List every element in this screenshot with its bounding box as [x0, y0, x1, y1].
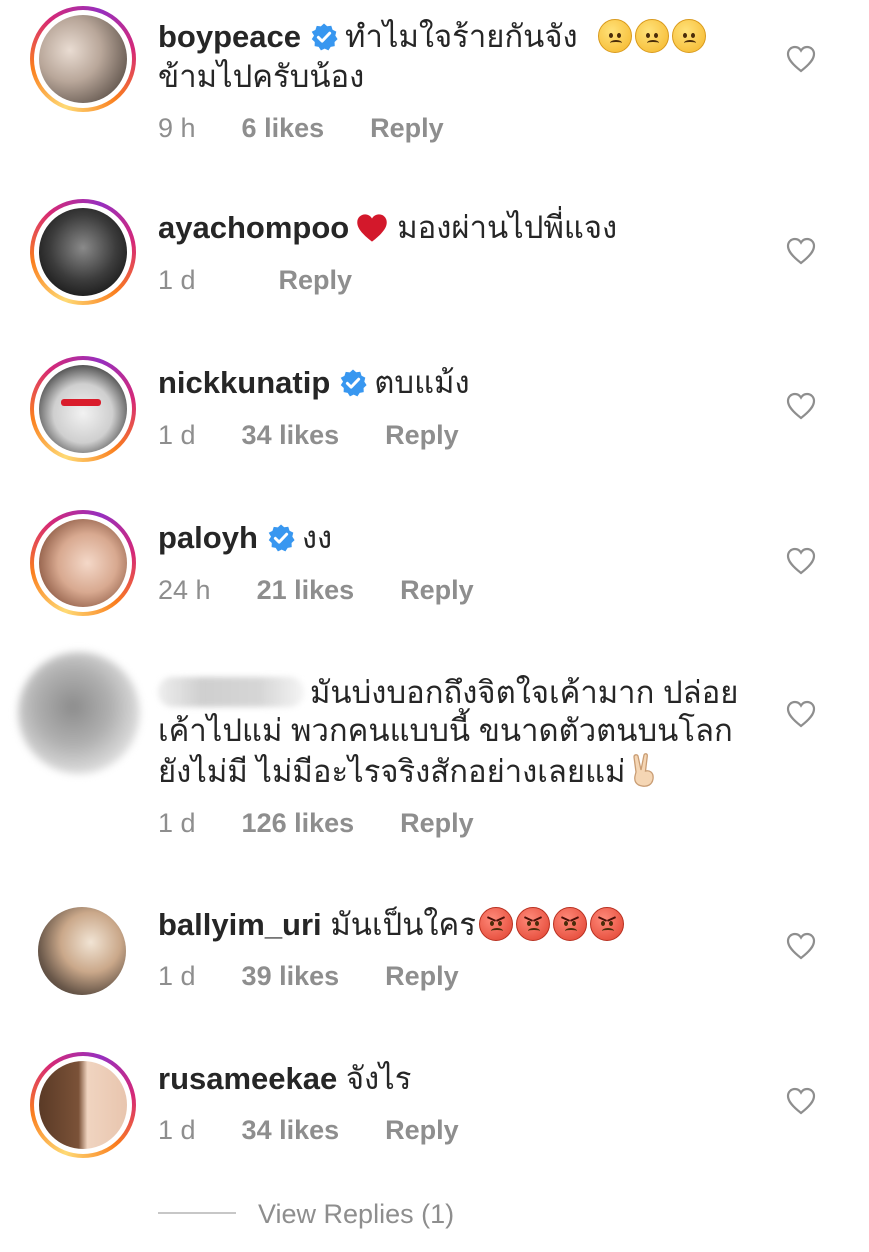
username[interactable]: boypeace: [158, 19, 301, 54]
avatar[interactable]: [30, 510, 136, 616]
reply-button[interactable]: Reply: [400, 806, 474, 840]
verified-badge-icon: [340, 369, 367, 397]
verified-badge-icon: [311, 23, 338, 51]
comment-text: งง: [301, 520, 333, 555]
timestamp: 1 d: [158, 961, 196, 991]
username[interactable]: ballyim_uri: [158, 907, 322, 942]
avatar[interactable]: [30, 356, 136, 462]
username-blurred[interactable]: [158, 677, 304, 707]
comment-text: ทำไมใจร้ายกันจัง: [345, 19, 578, 54]
avatar[interactable]: [30, 6, 136, 112]
verified-badge-icon: [268, 524, 295, 552]
reply-button[interactable]: Reply: [385, 959, 459, 993]
heart-icon[interactable]: [786, 932, 816, 960]
avatar[interactable]: [38, 907, 126, 995]
likes-count[interactable]: 6 likes: [242, 111, 325, 145]
username[interactable]: rusameekae: [158, 1061, 337, 1096]
timestamp: 1 d: [158, 808, 196, 838]
timestamp: 1 d: [158, 265, 196, 295]
likes-count[interactable]: 34 likes: [242, 1113, 340, 1147]
likes-count[interactable]: 21 likes: [257, 573, 355, 607]
worried-face-icon: [635, 19, 670, 53]
heart-icon[interactable]: [786, 700, 816, 728]
comment-text-continued: ข้ามไปครับน้อง: [158, 59, 365, 94]
reply-button[interactable]: Reply: [385, 418, 459, 452]
avatar[interactable]: [30, 199, 136, 305]
reply-button[interactable]: Reply: [279, 263, 353, 297]
red-heart-icon: [357, 214, 387, 242]
comment-text: มันบ่งบอกถึงจิตใจเค้ามาก ปล่อย: [310, 675, 739, 710]
heart-icon[interactable]: [786, 1087, 816, 1115]
username[interactable]: ayachompoo: [158, 210, 349, 245]
timestamp: 24 h: [158, 575, 211, 605]
likes-count[interactable]: 126 likes: [242, 806, 355, 840]
avatar-blurred[interactable]: [18, 652, 140, 774]
victory-hand-icon: [633, 753, 655, 787]
comment-text: ตบแม้ง: [374, 365, 470, 400]
avatar[interactable]: [30, 1052, 136, 1158]
reply-button[interactable]: Reply: [385, 1113, 459, 1147]
timestamp: 9 h: [158, 113, 196, 143]
heart-icon[interactable]: [786, 392, 816, 420]
angry-face-icon: [552, 907, 587, 941]
divider: [158, 1212, 236, 1214]
likes-count[interactable]: 34 likes: [242, 418, 340, 452]
heart-icon[interactable]: [786, 237, 816, 265]
reply-button[interactable]: Reply: [370, 111, 444, 145]
comment-text: จังไร: [345, 1061, 412, 1096]
username[interactable]: nickkunatip: [158, 365, 330, 400]
angry-face-icon: [589, 907, 624, 941]
heart-icon[interactable]: [786, 45, 816, 73]
angry-face-icon: [515, 907, 550, 941]
worried-face-icon: [672, 19, 707, 53]
comment-text: มองผ่านไปพี่แจง: [397, 210, 618, 245]
worried-face-icon: [598, 19, 633, 53]
comment-text-continued: ยังไม่มี ไม่มีอะไรจริงสักอย่างเลยแม่: [158, 754, 626, 789]
timestamp: 1 d: [158, 420, 196, 450]
reply-button[interactable]: Reply: [400, 573, 474, 607]
comment-text: มันเป็นใคร: [330, 907, 476, 942]
timestamp: 1 d: [158, 1115, 196, 1145]
username[interactable]: paloyh: [158, 520, 258, 555]
angry-face-icon: [478, 907, 513, 941]
view-replies-label: View Replies (1): [258, 1199, 455, 1229]
comment-text-continued: เค้าไปแม่ พวกคนแบบนี้ ขนาดตัวตนบนโลก: [158, 713, 733, 748]
likes-count[interactable]: 39 likes: [242, 959, 340, 993]
view-replies-button[interactable]: View Replies (1): [158, 1197, 454, 1231]
heart-icon[interactable]: [786, 547, 816, 575]
